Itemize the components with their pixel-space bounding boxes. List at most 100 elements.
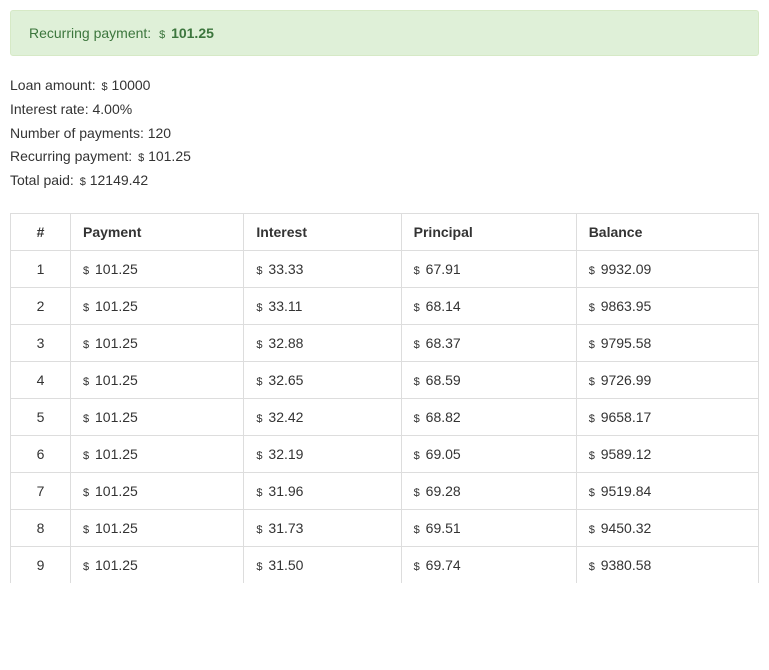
cell-balance: $ 9795.58 bbox=[576, 324, 758, 361]
header-interest: Interest bbox=[244, 213, 401, 250]
currency-symbol: $ bbox=[589, 339, 595, 351]
cell-value: 9932.09 bbox=[597, 261, 652, 277]
summary-interest-rate: Interest rate: 4.00% bbox=[10, 98, 759, 122]
currency-symbol: $ bbox=[256, 339, 262, 351]
currency-symbol: $ bbox=[256, 413, 262, 425]
table-row: 6$ 101.25$ 32.19$ 69.05$ 9589.12 bbox=[11, 435, 759, 472]
cell-interest: $ 33.11 bbox=[244, 287, 401, 324]
banner-currency: $ bbox=[159, 29, 165, 41]
total-paid-value: 12149.42 bbox=[90, 172, 148, 188]
cell-principal: $ 67.91 bbox=[401, 250, 576, 287]
banner-label: Recurring payment: bbox=[29, 25, 151, 41]
cell-value: 9658.17 bbox=[597, 409, 652, 425]
cell-payment: $ 101.25 bbox=[71, 324, 244, 361]
cell-value: 32.19 bbox=[265, 446, 304, 462]
cell-value: 32.65 bbox=[265, 372, 304, 388]
recurring-value: 101.25 bbox=[148, 148, 191, 164]
cell-value: 68.59 bbox=[422, 372, 461, 388]
currency-symbol: $ bbox=[414, 376, 420, 388]
currency-symbol: $ bbox=[256, 265, 262, 277]
cell-value: 31.73 bbox=[265, 520, 304, 536]
cell-interest: $ 32.42 bbox=[244, 398, 401, 435]
cell-number: 7 bbox=[11, 472, 71, 509]
currency-symbol: $ bbox=[83, 450, 89, 462]
cell-value: 101.25 bbox=[91, 372, 138, 388]
currency-symbol: $ bbox=[414, 302, 420, 314]
cell-value: 9450.32 bbox=[597, 520, 652, 536]
table-row: 3$ 101.25$ 32.88$ 68.37$ 9795.58 bbox=[11, 324, 759, 361]
cell-balance: $ 9589.12 bbox=[576, 435, 758, 472]
cell-interest: $ 31.96 bbox=[244, 472, 401, 509]
cell-value: 69.51 bbox=[422, 520, 461, 536]
cell-payment: $ 101.25 bbox=[71, 435, 244, 472]
cell-number: 6 bbox=[11, 435, 71, 472]
cell-interest: $ 33.33 bbox=[244, 250, 401, 287]
cell-value: 9589.12 bbox=[597, 446, 652, 462]
cell-number: 9 bbox=[11, 546, 71, 583]
banner-value: 101.25 bbox=[171, 25, 214, 41]
recurring-currency: $ bbox=[138, 152, 144, 164]
cell-principal: $ 68.37 bbox=[401, 324, 576, 361]
currency-symbol: $ bbox=[83, 302, 89, 314]
cell-payment: $ 101.25 bbox=[71, 509, 244, 546]
cell-interest: $ 32.19 bbox=[244, 435, 401, 472]
interest-rate-label: Interest rate: bbox=[10, 101, 89, 117]
currency-symbol: $ bbox=[83, 487, 89, 499]
currency-symbol: $ bbox=[589, 524, 595, 536]
cell-balance: $ 9380.58 bbox=[576, 546, 758, 583]
cell-value: 9863.95 bbox=[597, 298, 652, 314]
cell-principal: $ 69.51 bbox=[401, 509, 576, 546]
currency-symbol: $ bbox=[414, 487, 420, 499]
cell-number: 4 bbox=[11, 361, 71, 398]
cell-value: 68.37 bbox=[422, 335, 461, 351]
currency-symbol: $ bbox=[589, 376, 595, 388]
currency-symbol: $ bbox=[414, 339, 420, 351]
table-row: 1$ 101.25$ 33.33$ 67.91$ 9932.09 bbox=[11, 250, 759, 287]
cell-number: 3 bbox=[11, 324, 71, 361]
cell-value: 67.91 bbox=[422, 261, 461, 277]
cell-balance: $ 9519.84 bbox=[576, 472, 758, 509]
summary-recurring-payment: Recurring payment: $ 101.25 bbox=[10, 145, 759, 169]
currency-symbol: $ bbox=[256, 302, 262, 314]
currency-symbol: $ bbox=[83, 339, 89, 351]
cell-value: 68.14 bbox=[422, 298, 461, 314]
currency-symbol: $ bbox=[256, 487, 262, 499]
cell-number: 5 bbox=[11, 398, 71, 435]
cell-interest: $ 31.50 bbox=[244, 546, 401, 583]
loan-summary: Loan amount: $ 10000 Interest rate: 4.00… bbox=[10, 74, 759, 193]
table-row: 4$ 101.25$ 32.65$ 68.59$ 9726.99 bbox=[11, 361, 759, 398]
cell-number: 2 bbox=[11, 287, 71, 324]
amortization-table: # Payment Interest Principal Balance 1$ … bbox=[10, 213, 759, 583]
currency-symbol: $ bbox=[83, 265, 89, 277]
cell-value: 68.82 bbox=[422, 409, 461, 425]
cell-principal: $ 68.14 bbox=[401, 287, 576, 324]
num-payments-label: Number of payments: bbox=[10, 125, 144, 141]
cell-interest: $ 31.73 bbox=[244, 509, 401, 546]
cell-value: 31.96 bbox=[265, 483, 304, 499]
currency-symbol: $ bbox=[414, 524, 420, 536]
cell-value: 101.25 bbox=[91, 483, 138, 499]
currency-symbol: $ bbox=[589, 413, 595, 425]
num-payments-value: 120 bbox=[148, 125, 171, 141]
cell-value: 101.25 bbox=[91, 520, 138, 536]
loan-amount-currency: $ bbox=[102, 81, 108, 93]
currency-symbol: $ bbox=[589, 302, 595, 314]
cell-principal: $ 69.28 bbox=[401, 472, 576, 509]
cell-balance: $ 9726.99 bbox=[576, 361, 758, 398]
header-number: # bbox=[11, 213, 71, 250]
cell-value: 33.33 bbox=[265, 261, 304, 277]
total-paid-currency: $ bbox=[80, 176, 86, 188]
cell-value: 101.25 bbox=[91, 335, 138, 351]
cell-value: 9380.58 bbox=[597, 557, 652, 573]
summary-num-payments: Number of payments: 120 bbox=[10, 122, 759, 146]
total-paid-label: Total paid: bbox=[10, 172, 74, 188]
cell-interest: $ 32.88 bbox=[244, 324, 401, 361]
currency-symbol: $ bbox=[414, 450, 420, 462]
cell-payment: $ 101.25 bbox=[71, 287, 244, 324]
table-row: 8$ 101.25$ 31.73$ 69.51$ 9450.32 bbox=[11, 509, 759, 546]
cell-value: 101.25 bbox=[91, 557, 138, 573]
cell-principal: $ 69.05 bbox=[401, 435, 576, 472]
currency-symbol: $ bbox=[83, 413, 89, 425]
currency-symbol: $ bbox=[256, 524, 262, 536]
currency-symbol: $ bbox=[589, 561, 595, 573]
